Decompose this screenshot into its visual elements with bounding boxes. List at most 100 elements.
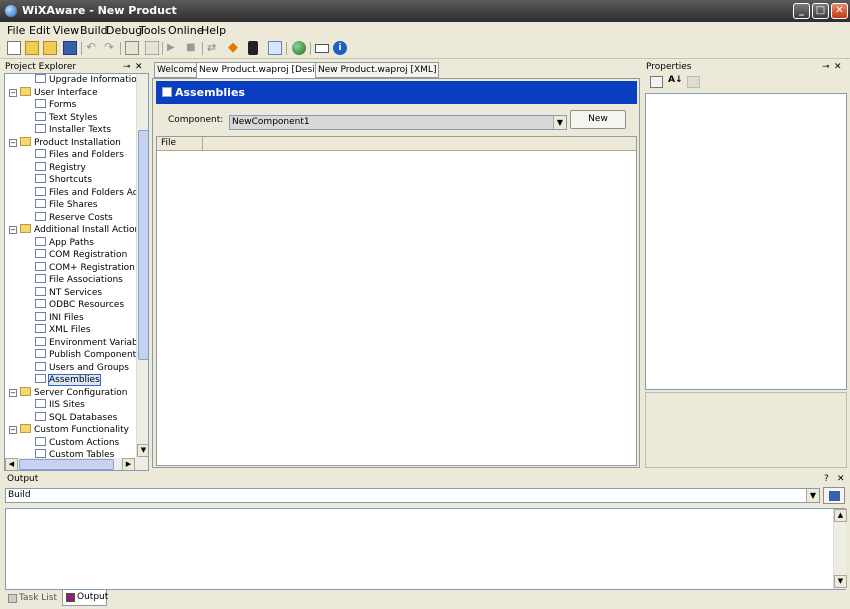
minimize-button[interactable]: _ — [793, 3, 810, 19]
scroll-up-button[interactable]: ▲ — [834, 509, 847, 522]
build-icon[interactable]: ⇄ — [207, 41, 221, 55]
tab-output[interactable]: Output — [62, 590, 108, 606]
scroll-down-button[interactable]: ▼ — [834, 575, 847, 588]
new-file-icon[interactable] — [7, 41, 21, 55]
tree-item[interactable]: Shortcuts — [35, 174, 92, 187]
diamond-icon[interactable]: ◆ — [228, 41, 242, 55]
tree-item[interactable]: Forms — [35, 99, 76, 112]
pin-icon[interactable]: ⊸ — [822, 62, 830, 72]
check-icon[interactable] — [268, 41, 282, 55]
assemblies-header: Assemblies — [156, 81, 637, 104]
tree-item[interactable]: File Shares — [35, 199, 98, 212]
item-icon — [35, 374, 46, 383]
tree-item[interactable]: Environment Variables — [35, 336, 136, 350]
tree-item[interactable]: INI Files — [35, 311, 84, 325]
tree-item[interactable]: − Additional Install Actions — [9, 224, 136, 237]
copy-icon[interactable] — [145, 41, 159, 55]
collapse-icon[interactable]: − — [9, 388, 17, 397]
chevron-down-icon[interactable]: ▼ — [806, 489, 819, 502]
undo-icon[interactable]: ↶ — [86, 41, 100, 55]
menu-build[interactable]: Build — [80, 24, 108, 37]
tab-design[interactable]: New Product.waproj [Design] — [196, 62, 333, 79]
tree-vertical-scrollbar[interactable]: ▼ — [136, 74, 148, 458]
pin-icon[interactable]: ⊸ — [123, 62, 131, 72]
scroll-right-button[interactable]: ▶ — [122, 458, 135, 470]
scroll-thumb[interactable] — [138, 130, 148, 360]
menu-file[interactable]: File — [7, 24, 25, 37]
tree-item[interactable]: Reserve Costs — [35, 211, 113, 225]
tree-item[interactable]: − Server Configuration — [9, 386, 127, 400]
tree-item[interactable]: XML Files — [35, 324, 91, 337]
open-folder-icon[interactable] — [25, 41, 39, 55]
tree-item[interactable]: Files and Folders — [35, 149, 124, 162]
properties-icon[interactable] — [125, 41, 139, 55]
tree-item[interactable]: IIS Sites — [35, 399, 85, 412]
output-text-area[interactable]: ▲ ▼ — [5, 508, 847, 590]
tab-xml[interactable]: New Product.waproj [XML] — [315, 62, 440, 78]
tree-item[interactable]: Text Styles — [35, 111, 97, 125]
pin-icon[interactable]: ? — [824, 474, 829, 484]
collapse-icon[interactable]: − — [9, 138, 17, 147]
collapse-icon[interactable]: − — [9, 426, 17, 434]
tree-item[interactable]: Publish Components — [35, 349, 136, 362]
menu-online[interactable]: Online — [168, 24, 203, 37]
tree-item[interactable]: − Product Installation — [9, 136, 121, 150]
close-icon[interactable]: ✕ — [837, 474, 845, 484]
collapse-icon[interactable]: − — [9, 88, 17, 97]
tree-item[interactable]: Upgrade Information — [35, 74, 136, 87]
menu-edit[interactable]: Edit — [29, 24, 50, 37]
tree-item[interactable]: Users and Groups — [35, 361, 129, 375]
tree-item[interactable]: SQL Databases — [35, 411, 117, 425]
menu-tools[interactable]: Tools — [139, 24, 166, 37]
info-icon[interactable]: i — [333, 41, 347, 55]
tree-item[interactable]: Files and Folders Actions — [35, 186, 136, 200]
scroll-down-button[interactable]: ▼ — [137, 444, 148, 457]
close-icon[interactable]: ✕ — [834, 62, 842, 72]
globe-icon[interactable] — [292, 41, 306, 55]
tree-item[interactable]: Registry — [35, 161, 86, 175]
tree-item[interactable]: App Paths — [35, 236, 94, 250]
menu-help[interactable]: Help — [201, 24, 226, 37]
property-pages-icon[interactable] — [687, 76, 700, 88]
tree-item[interactable]: Installer Texts — [35, 124, 111, 137]
output-source-select[interactable]: Build ▼ — [5, 488, 820, 503]
window-icon[interactable] — [315, 44, 329, 53]
tree-item[interactable]: − User Interface — [9, 86, 98, 100]
tree-item[interactable]: ODBC Resources — [35, 299, 124, 312]
tree-item[interactable]: Custom Actions — [35, 436, 119, 450]
chevron-down-icon[interactable]: ▼ — [553, 116, 566, 129]
play-icon[interactable]: ▶ — [167, 41, 181, 55]
properties-grid[interactable] — [645, 93, 847, 390]
tab-task-list[interactable]: Task List — [5, 591, 62, 606]
output-save-button[interactable] — [823, 487, 845, 504]
tree-item[interactable]: COM+ Registration — [35, 261, 135, 275]
categorized-icon[interactable] — [650, 76, 663, 88]
h-scroll-thumb[interactable] — [19, 459, 114, 470]
tree-item[interactable]: − Custom Functionality — [9, 424, 129, 437]
alphabetical-icon[interactable]: A↓ — [668, 75, 683, 85]
open-project-icon[interactable] — [43, 41, 57, 55]
tree-item[interactable]: COM Registration — [35, 249, 127, 262]
redo-icon[interactable]: ↷ — [104, 41, 118, 55]
tree-item[interactable]: NT Services — [35, 286, 102, 300]
save-icon[interactable] — [63, 41, 77, 55]
maximize-button[interactable]: □ — [812, 3, 829, 19]
tab-welcome[interactable]: Welcome — [154, 62, 202, 78]
close-button[interactable]: ✕ — [831, 3, 848, 19]
menu-view[interactable]: View — [53, 24, 79, 37]
tree-item[interactable]: Custom Tables — [35, 449, 114, 458]
traffic-light-icon[interactable] — [248, 41, 258, 55]
tree-horizontal-scrollbar[interactable]: ◀ ▶ — [5, 458, 148, 470]
file-list[interactable]: File — [156, 136, 637, 466]
tree-item[interactable]: File Associations — [35, 274, 123, 287]
stop-icon[interactable]: ■ — [186, 41, 200, 55]
collapse-icon[interactable]: − — [9, 226, 17, 234]
new-button[interactable]: New — [570, 110, 626, 129]
tree-item[interactable]: Assemblies — [35, 374, 101, 387]
column-file[interactable]: File — [157, 137, 203, 151]
component-select[interactable]: NewComponent1 ▼ — [229, 115, 567, 130]
close-icon[interactable]: ✕ — [135, 62, 143, 72]
output-vertical-scrollbar[interactable]: ▲ ▼ — [833, 509, 847, 589]
scroll-left-button[interactable]: ◀ — [5, 458, 18, 470]
menu-debug[interactable]: Debug — [106, 24, 142, 37]
